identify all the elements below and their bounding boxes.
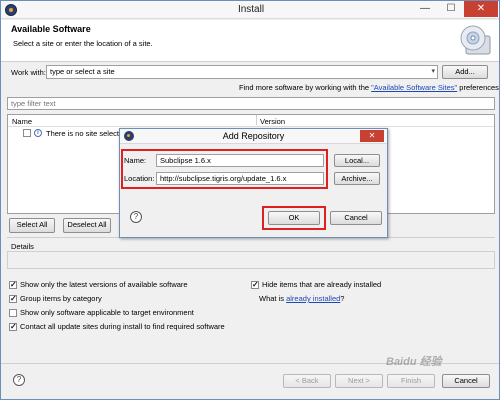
work-with-value: type or select a site: [50, 67, 115, 76]
more-software-prefix: Find more software by working with the: [239, 83, 372, 92]
add-site-button[interactable]: Add...: [442, 65, 488, 79]
work-with-combo[interactable]: type or select a site ▾: [46, 65, 438, 79]
cancel-button[interactable]: Cancel: [442, 374, 490, 388]
next-button[interactable]: Next >: [335, 374, 383, 388]
target-environment-label: Show only software applicable to target …: [20, 308, 194, 317]
back-button[interactable]: < Back: [283, 374, 331, 388]
dialog-titlebar[interactable]: Add Repository ✕: [120, 129, 387, 144]
dialog-title: Add Repository: [222, 131, 285, 141]
row-checkbox[interactable]: [23, 129, 31, 137]
option-hide-installed[interactable]: Hide items that are already installed: [251, 280, 382, 290]
target-environment-checkbox[interactable]: [9, 309, 17, 318]
contact-sites-checkbox[interactable]: [9, 322, 17, 332]
install-cd-icon: [460, 25, 491, 55]
hide-installed-checkbox[interactable]: [251, 280, 259, 290]
add-repository-dialog: Add Repository ✕ Name: Subclipse 1.6.x L…: [119, 128, 388, 238]
option-target-environment[interactable]: Show only software applicable to target …: [9, 308, 194, 318]
more-software-text: Find more software by working with the "…: [239, 83, 500, 92]
details-label: Details: [11, 242, 34, 251]
dialog-cancel-button[interactable]: Cancel: [330, 211, 382, 225]
question-mark: ?: [340, 294, 345, 303]
column-header-name[interactable]: Name: [12, 117, 32, 126]
install-window: Install — ☐ ✕ Available Software Select …: [0, 0, 500, 400]
baidu-watermark: Baidu 经验: [386, 356, 442, 368]
column-separator[interactable]: [256, 115, 257, 125]
select-all-button[interactable]: Select All: [9, 218, 55, 233]
help-icon[interactable]: ?: [13, 374, 25, 386]
hide-installed-label: Hide items that are already installed: [262, 280, 382, 289]
dialog-help-icon[interactable]: ?: [130, 211, 142, 223]
column-header-version[interactable]: Version: [260, 117, 285, 126]
what-is-installed-text: What is already installed?: [259, 294, 344, 303]
minimize-button[interactable]: —: [413, 1, 437, 17]
option-latest-versions[interactable]: Show only the latest versions of availab…: [9, 280, 188, 290]
maximize-button[interactable]: ☐: [439, 1, 463, 17]
close-button[interactable]: ✕: [464, 1, 498, 17]
contact-sites-label: Contact all update sites during install …: [20, 322, 225, 331]
group-category-label: Group items by category: [20, 294, 102, 303]
chevron-down-icon[interactable]: ▾: [431, 66, 435, 78]
table-row-text: There is no site selecte: [46, 129, 124, 138]
already-installed-link[interactable]: already installed: [286, 294, 340, 303]
option-group-by-category[interactable]: Group items by category: [9, 294, 102, 304]
header-banner: Available Software Select a site or ente…: [1, 20, 499, 62]
latest-versions-label: Show only the latest versions of availab…: [20, 280, 188, 289]
finish-button[interactable]: Finish: [387, 374, 435, 388]
ok-highlight: [262, 206, 326, 230]
available-software-sites-link[interactable]: "Available Software Sites": [371, 83, 457, 92]
archive-button[interactable]: Archive...: [334, 172, 380, 185]
header-divider: [8, 126, 494, 127]
filter-input[interactable]: type filter text: [7, 97, 495, 110]
page-subtitle: Select a site or enter the location of a…: [13, 39, 153, 48]
window-titlebar[interactable]: Install — ☐ ✕: [1, 1, 499, 19]
latest-versions-checkbox[interactable]: [9, 280, 17, 290]
local-button[interactable]: Local...: [334, 154, 380, 167]
deselect-all-button[interactable]: Deselect All: [63, 218, 111, 233]
group-category-checkbox[interactable]: [9, 294, 17, 304]
more-software-suffix: preferences.: [457, 83, 500, 92]
info-icon: i: [34, 129, 42, 137]
details-box: [7, 251, 495, 269]
work-with-label: Work with:: [11, 68, 46, 77]
option-contact-sites[interactable]: Contact all update sites during install …: [9, 322, 225, 332]
page-title: Available Software: [11, 24, 91, 34]
fields-highlight: [121, 149, 328, 189]
what-is-label: What is: [259, 294, 287, 303]
dialog-close-button[interactable]: ✕: [360, 130, 384, 142]
